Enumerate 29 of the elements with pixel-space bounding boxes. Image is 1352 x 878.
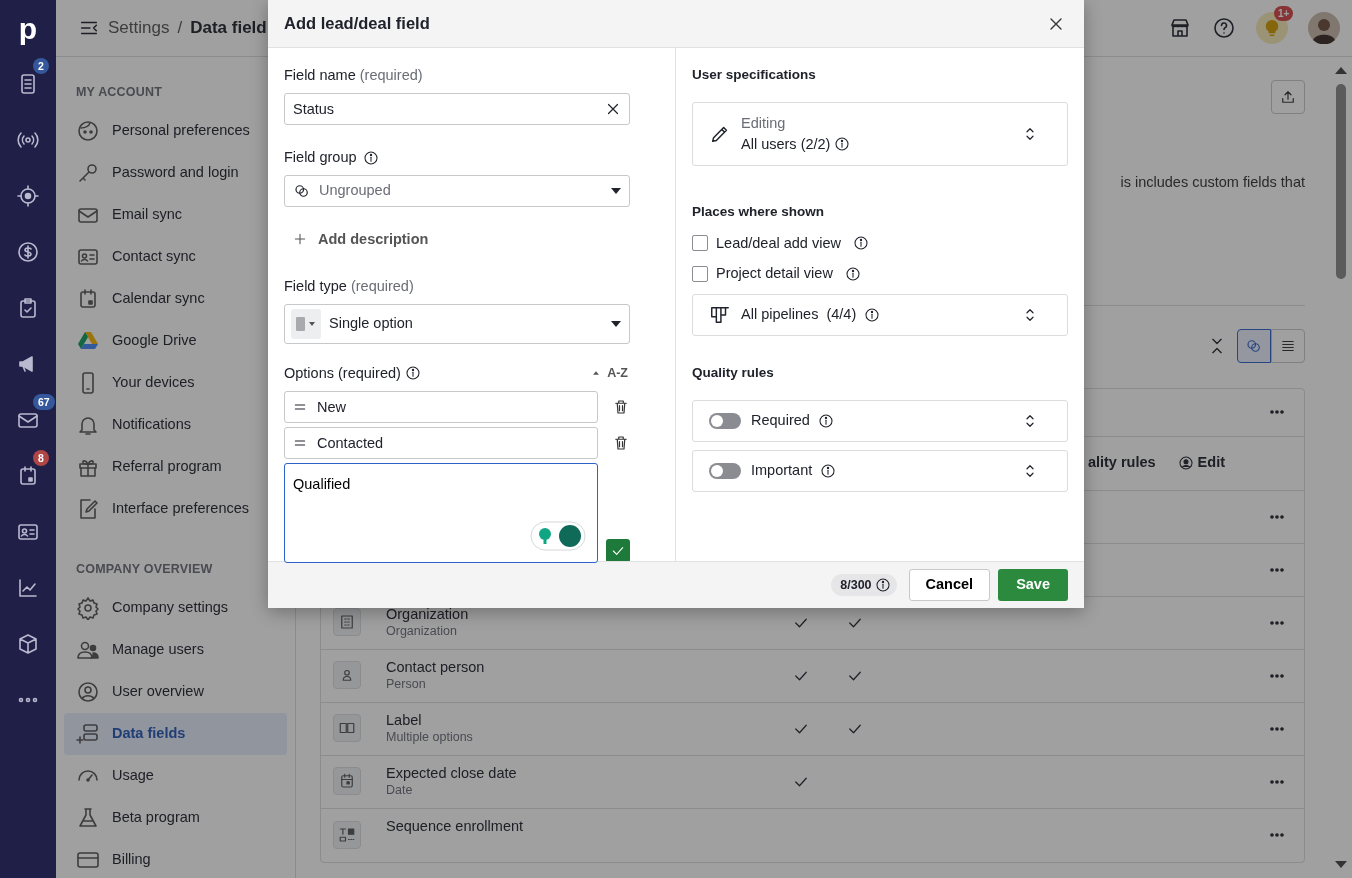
field-name: Expected close date	[385, 763, 518, 782]
section-title: Quality rules	[692, 364, 775, 382]
breadcrumb-separator: /	[177, 17, 183, 40]
count-badge: 67	[33, 394, 55, 410]
section-heading: COMPANY OVERVIEW	[75, 560, 214, 578]
count-badge: 8	[33, 450, 49, 466]
description-text: is includes custom fields that	[1120, 174, 1305, 190]
section-heading: MY ACCOUNT	[75, 84, 164, 101]
field-type-text: Organization	[385, 622, 458, 640]
field-name: Contact person	[385, 657, 486, 676]
dialog-title: Add lead/deal field	[284, 13, 430, 35]
field-name: Organization	[385, 604, 470, 623]
notification-badge: 1+	[1274, 6, 1294, 21]
character-counter: 8/300	[831, 573, 897, 597]
column-header: Edit	[1197, 453, 1225, 473]
section-title: User specifications	[692, 66, 817, 84]
breadcrumb-item: Data field	[190, 17, 267, 40]
field-label: Field name (required)	[284, 66, 423, 85]
column-header: ality rules	[1087, 453, 1156, 473]
field-label: Field type (required)	[284, 277, 414, 297]
field-label: Options (required)	[284, 363, 401, 383]
count-badge: 2	[33, 58, 49, 74]
field-name: Label	[385, 710, 423, 729]
field-type-text: Date	[385, 781, 414, 799]
field-label: Field group	[284, 147, 357, 167]
field-name: Sequence enrollment	[385, 816, 525, 835]
section-title: Places where shown	[692, 203, 826, 222]
field-type-text: Multiple options	[385, 728, 474, 746]
field-type-text: Person	[385, 675, 427, 693]
